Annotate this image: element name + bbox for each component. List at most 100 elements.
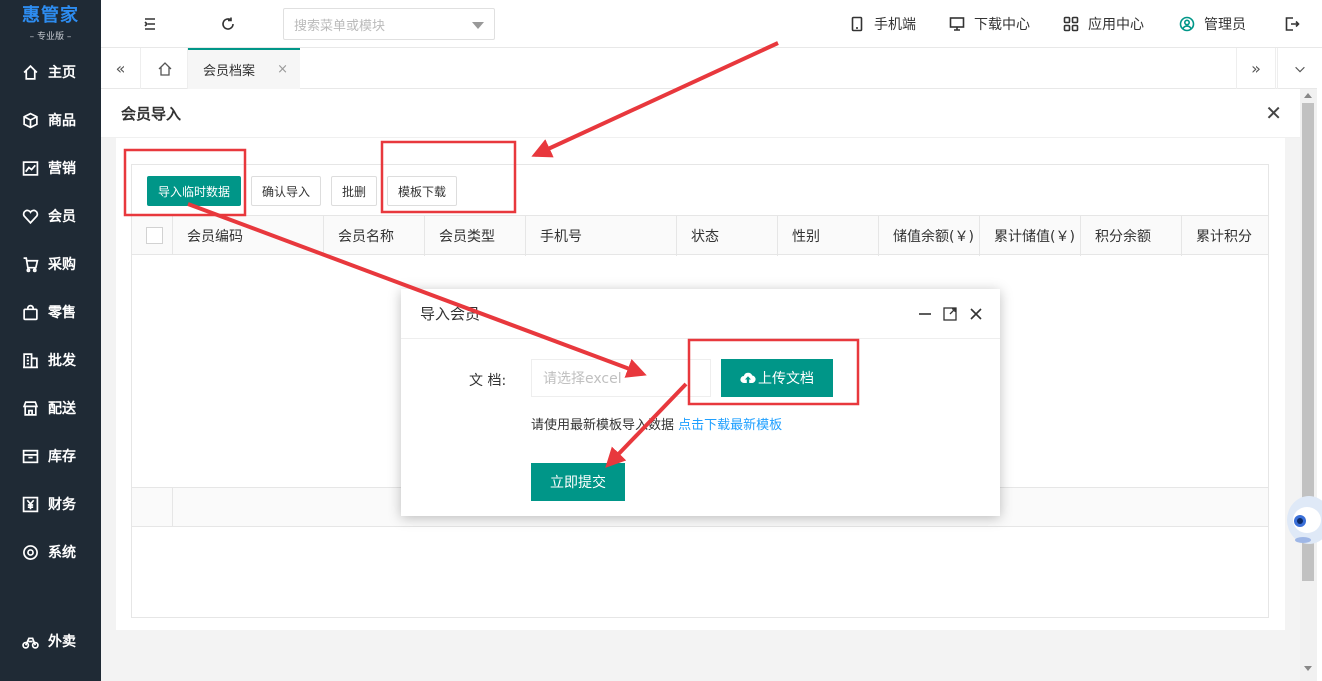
dialog-title: 导入会员	[420, 305, 481, 323]
side-panel-edge	[1317, 48, 1322, 681]
import-temp-data-button[interactable]: 导入临时数据	[147, 176, 242, 206]
cloud-upload-icon	[740, 372, 756, 384]
sidebar-item-label: 财务	[48, 497, 76, 513]
download-template-link[interactable]: 点击下载最新模板	[678, 418, 782, 433]
column-header[interactable]: 储值余额(￥)	[879, 216, 980, 256]
phone-icon	[851, 16, 863, 32]
sidebar-item-label: 营销	[48, 161, 76, 177]
document-label: 文 档:	[469, 373, 507, 389]
tab-bar: « 会员档案 × »	[101, 48, 1322, 89]
sidebar-item-label: 主页	[48, 65, 76, 81]
tab-scroll-left-icon[interactable]: «	[101, 48, 141, 89]
building-icon	[23, 352, 38, 368]
sidebar-item-system[interactable]: 系统	[0, 528, 101, 576]
cart-icon	[23, 256, 39, 272]
assistant-robot-icon[interactable]	[1283, 484, 1322, 554]
column-header[interactable]: 会员名称	[324, 216, 425, 256]
maximize-icon[interactable]	[940, 304, 960, 324]
sidebar-item-wholesale[interactable]: 批发	[0, 336, 101, 384]
sidebar-item-members[interactable]: 会员	[0, 192, 101, 240]
column-header[interactable]: 积分余额	[1081, 216, 1182, 256]
document-input[interactable]: 请选择excel	[531, 359, 711, 397]
sidebar-item-purchase[interactable]: 采购	[0, 240, 101, 288]
menu-collapse-icon[interactable]	[140, 14, 160, 34]
sidebar-item-retail[interactable]: 零售	[0, 288, 101, 336]
top-bar: 搜索菜单或模块 手机端 下载中心 应用中心 管理员	[101, 0, 1322, 48]
submit-button[interactable]: 立即提交	[531, 463, 625, 501]
search-placeholder: 搜索菜单或模块	[294, 18, 386, 34]
sidebar-item-label: 外卖	[48, 634, 76, 650]
import-member-dialog: 导入会员 文 档: 请选择excel 上传文档 请使用最新模板导入数据 点击下载…	[401, 289, 1000, 516]
refresh-icon[interactable]	[218, 14, 238, 34]
dialog-header: 导入会员	[401, 289, 1000, 339]
brand-logo[interactable]: 惠管家 – 专业版 –	[0, 0, 101, 48]
logout-icon[interactable]	[1282, 14, 1302, 34]
sidebar-item-label: 批发	[48, 353, 76, 369]
app-center-link[interactable]: 应用中心	[1063, 0, 1144, 48]
toolbar: 导入临时数据 确认导入 批删 模板下载	[147, 176, 458, 206]
table-header: 会员编码 会员名称 会员类型 手机号 状态 性别 储值余额(￥) 累计储值(￥)…	[132, 215, 1268, 256]
page-title: 会员导入	[121, 104, 182, 123]
sidebar-item-label: 库存	[48, 449, 76, 465]
user-icon	[1179, 16, 1195, 32]
column-header[interactable]: 性别	[778, 216, 879, 256]
sidebar-item-marketing[interactable]: 营销	[0, 144, 101, 192]
sidebar-item-label: 会员	[48, 209, 76, 225]
chart-icon	[22, 160, 39, 176]
user-menu[interactable]: 管理员	[1179, 0, 1246, 48]
scroll-up-icon[interactable]	[1304, 93, 1312, 98]
inbox-icon	[22, 449, 39, 463]
search-input[interactable]: 搜索菜单或模块	[283, 8, 495, 40]
sidebar-item-takeout[interactable]: 外卖	[0, 617, 101, 665]
sidebar: 惠管家 – 专业版 – 主页 商品 营销 会员 采购 零售 批发 配送 库存 财…	[0, 0, 101, 681]
column-header[interactable]: 会员编码	[173, 216, 324, 256]
heart-icon	[22, 209, 39, 224]
chevron-down-icon	[472, 22, 484, 29]
sidebar-item-home[interactable]: 主页	[0, 48, 101, 96]
close-icon[interactable]: ✕	[1265, 101, 1282, 125]
upload-document-button[interactable]: 上传文档	[721, 359, 833, 397]
bag-icon	[23, 304, 38, 320]
column-header[interactable]: 手机号	[526, 216, 677, 256]
column-header[interactable]: 累计积分	[1182, 216, 1268, 256]
settings-icon	[23, 544, 38, 560]
panel-header: 会员导入 ✕	[101, 89, 1300, 138]
bike-icon	[22, 636, 39, 649]
yen-icon	[22, 496, 39, 512]
page-scrollbar[interactable]	[1300, 89, 1317, 681]
column-header[interactable]: 状态	[677, 216, 778, 256]
sidebar-item-label: 采购	[48, 257, 76, 273]
document-placeholder: 请选择excel	[543, 371, 622, 387]
sidebar-item-finance[interactable]: 财务	[0, 480, 101, 528]
download-center-link[interactable]: 下载中心	[949, 0, 1030, 48]
select-all-cell	[132, 216, 173, 254]
select-all-checkbox[interactable]	[146, 226, 163, 244]
sidebar-item-products[interactable]: 商品	[0, 96, 101, 144]
column-header[interactable]: 累计储值(￥)	[980, 216, 1081, 256]
batch-delete-button[interactable]: 批删	[331, 176, 378, 206]
close-icon[interactable]	[966, 304, 986, 324]
mobile-link[interactable]: 手机端	[849, 0, 916, 48]
close-icon[interactable]: ×	[277, 62, 288, 77]
sidebar-item-label: 商品	[48, 113, 76, 129]
scroll-down-icon[interactable]	[1304, 666, 1312, 671]
monitor-icon	[949, 17, 965, 31]
column-header[interactable]: 会员类型	[425, 216, 526, 256]
tab-member-archive[interactable]: 会员档案 ×	[188, 48, 300, 89]
apps-icon	[1063, 16, 1079, 32]
template-download-button[interactable]: 模板下载	[387, 176, 458, 206]
sidebar-item-inventory[interactable]: 库存	[0, 432, 101, 480]
sidebar-item-label: 配送	[48, 401, 76, 417]
confirm-import-button[interactable]: 确认导入	[251, 176, 322, 206]
template-hint: 请使用最新模板导入数据 点击下载最新模板	[531, 418, 783, 433]
tab-scroll-right-icon[interactable]: »	[1236, 48, 1276, 89]
brand-name: 惠管家	[22, 5, 79, 26]
brand-edition: 专业版	[36, 32, 64, 42]
home-tab-icon[interactable]	[142, 48, 188, 89]
minimize-icon[interactable]	[915, 304, 935, 324]
sidebar-item-delivery[interactable]: 配送	[0, 384, 101, 432]
box-icon	[23, 112, 38, 128]
sidebar-item-label: 零售	[48, 305, 76, 321]
chevron-down-icon[interactable]	[1277, 48, 1322, 89]
home-icon	[23, 64, 38, 80]
